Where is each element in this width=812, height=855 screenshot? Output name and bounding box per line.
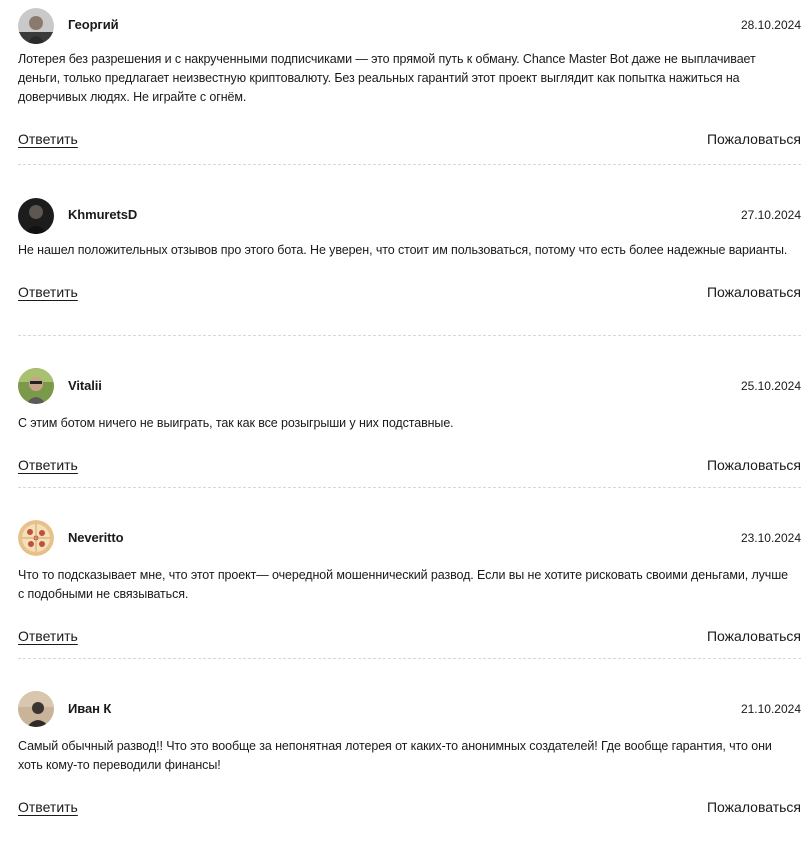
- comment-item: Vitalii 25.10.2024 С этим ботом ничего н…: [18, 362, 801, 514]
- user-photo-icon: [18, 691, 54, 727]
- comment-date: 21.10.2024: [740, 702, 801, 716]
- avatar: [18, 520, 54, 556]
- reply-link[interactable]: Ответить: [18, 799, 78, 815]
- comment-text: Что то подсказывает мне, что этот проект…: [18, 568, 788, 601]
- comment-header: Neveritto 23.10.2024: [18, 514, 801, 566]
- comment-date: 23.10.2024: [740, 531, 801, 545]
- avatar: [18, 198, 54, 234]
- author-name: Neveritto: [68, 530, 124, 545]
- comment-actions: Ответить Пожаловаться: [18, 131, 801, 153]
- reply-link[interactable]: Ответить: [18, 284, 78, 300]
- comment-header: KhmuretsD 27.10.2024: [18, 191, 801, 241]
- comment-actions: Ответить Пожаловаться: [18, 284, 801, 306]
- report-link[interactable]: Пожаловаться: [707, 457, 801, 473]
- report-link[interactable]: Пожаловаться: [707, 131, 801, 147]
- avatar: [18, 368, 54, 404]
- reply-link[interactable]: Ответить: [18, 457, 78, 473]
- author-name: Иван К: [68, 701, 112, 716]
- report-link[interactable]: Пожаловаться: [707, 284, 801, 300]
- comment-date: 28.10.2024: [740, 18, 801, 32]
- comment-item: Neveritto 23.10.2024 Что то подсказывает…: [18, 514, 801, 685]
- avatar: [18, 691, 54, 727]
- report-link[interactable]: Пожаловаться: [707, 628, 801, 644]
- comment-actions: Ответить Пожаловаться: [18, 799, 801, 821]
- author-name: KhmuretsD: [68, 207, 138, 222]
- comments-list: Георгий 28.10.2024 Лотерея без разрешени…: [18, 0, 801, 855]
- comment-text: Не нашел положительных отзывов про этого…: [18, 243, 788, 257]
- comment-actions: Ответить Пожаловаться: [18, 628, 801, 650]
- comment-text: С этим ботом ничего не выиграть, так как…: [18, 416, 454, 430]
- comment-date: 27.10.2024: [740, 208, 801, 222]
- comment-divider: [18, 164, 801, 165]
- comment-item: KhmuretsD 27.10.2024 Не нашел положитель…: [18, 191, 801, 362]
- comment-header: Vitalii 25.10.2024: [18, 362, 801, 414]
- author-name: Vitalii: [68, 378, 102, 393]
- report-link[interactable]: Пожаловаться: [707, 799, 801, 815]
- comment-header: Георгий 28.10.2024: [18, 0, 801, 50]
- comment-divider: [18, 658, 801, 659]
- comment-text: Лотерея без разрешения и с накрученными …: [18, 52, 756, 104]
- comment-item: Иван К 21.10.2024 Самый обычный развод!!…: [18, 685, 801, 855]
- comment-date: 25.10.2024: [740, 379, 801, 393]
- avatar: [18, 8, 54, 44]
- comment-divider: [18, 335, 801, 336]
- user-photo-icon: [18, 8, 54, 44]
- user-photo-icon: [18, 368, 54, 404]
- pizza-avatar-icon: [18, 520, 54, 556]
- comment-item: Георгий 28.10.2024 Лотерея без разрешени…: [18, 0, 801, 165]
- reply-link[interactable]: Ответить: [18, 628, 78, 644]
- author-name: Георгий: [68, 17, 119, 32]
- comment-header: Иван К 21.10.2024: [18, 685, 801, 737]
- comment-divider: [18, 487, 801, 488]
- user-photo-icon: [18, 198, 54, 234]
- reply-link[interactable]: Ответить: [18, 131, 78, 147]
- comment-actions: Ответить Пожаловаться: [18, 457, 801, 479]
- comment-text: Самый обычный развод!! Что это вообще за…: [18, 739, 772, 772]
